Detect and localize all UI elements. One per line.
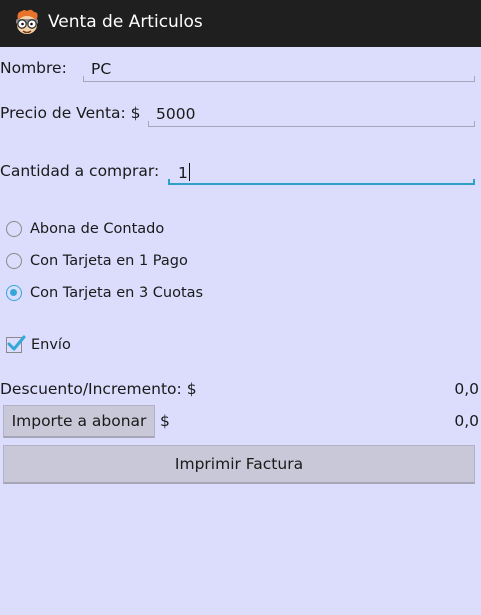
radio-tarjeta-1-pago[interactable]: Con Tarjeta en 1 Pago <box>5 249 188 273</box>
radio-contado-label: Abona de Contado <box>30 221 165 237</box>
envio-label: Envío <box>31 337 71 353</box>
cantidad-label: Cantidad a comprar: <box>0 162 160 180</box>
importe-value: 0,0 <box>454 412 479 430</box>
checkmark-icon <box>7 335 26 351</box>
nombre-field[interactable]: PC <box>83 58 475 82</box>
importe-currency: $ <box>160 412 170 430</box>
precio-label: Precio de Venta: $ <box>0 104 141 122</box>
title-bar: Venta de Articulos <box>0 0 481 47</box>
importe-button[interactable]: Importe a abonar <box>3 405 155 438</box>
imprimir-factura-button[interactable]: Imprimir Factura <box>3 445 475 484</box>
radio-tarjeta-3-cuotas-label: Con Tarjeta en 3 Cuotas <box>30 285 204 301</box>
radio-contado-indicator[interactable] <box>6 221 22 237</box>
app-title: Venta de Articulos <box>48 12 203 32</box>
nombre-label: Nombre: <box>0 59 67 77</box>
dexter-face-icon <box>12 8 42 38</box>
radio-contado[interactable]: Abona de Contado <box>5 217 164 241</box>
descuento-label: Descuento/Incremento: $ <box>0 380 197 398</box>
envio-checkbox[interactable] <box>6 335 26 353</box>
precio-field[interactable]: 5000 <box>148 103 475 127</box>
radio-tarjeta-3-cuotas-indicator[interactable] <box>6 285 22 301</box>
cantidad-field[interactable]: 1 <box>168 161 475 185</box>
radio-tarjeta-3-cuotas[interactable]: Con Tarjeta en 3 Cuotas <box>5 281 203 305</box>
envio-checkbox-row[interactable]: Envío <box>6 333 71 357</box>
descuento-value: 0,0 <box>454 380 479 398</box>
radio-tarjeta-1-pago-label: Con Tarjeta en 1 Pago <box>30 253 188 269</box>
radio-tarjeta-1-pago-indicator[interactable] <box>6 253 22 269</box>
